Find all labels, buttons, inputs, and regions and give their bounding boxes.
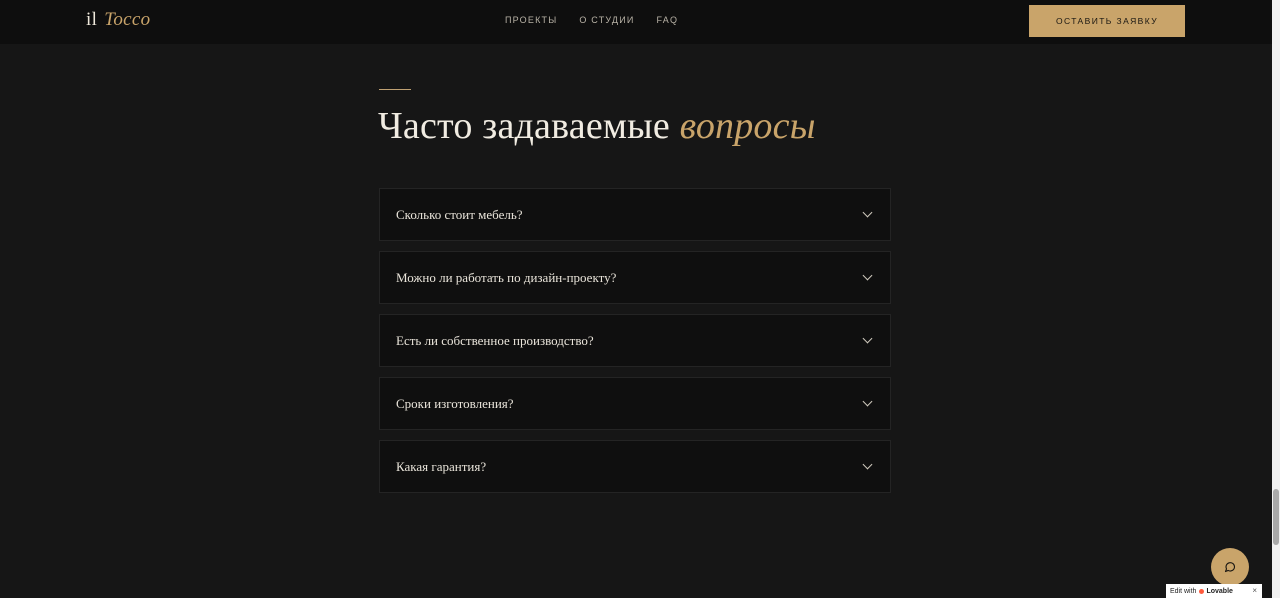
nav-studio-link[interactable]: О СТУДИИ <box>579 15 634 25</box>
faq-title: Часто задаваемые вопросы <box>378 104 816 148</box>
submit-request-button[interactable]: ОСТАВИТЬ ЗАЯВКУ <box>1029 5 1185 37</box>
chevron-down-icon <box>862 270 873 281</box>
faq-question: Сроки изготовления? <box>396 395 514 411</box>
chevron-down-icon <box>862 396 873 407</box>
close-icon[interactable]: × <box>1252 586 1257 595</box>
faq-item-design-project[interactable]: Можно ли работать по дизайн-проекту? <box>379 251 891 304</box>
edit-with-lovable-badge[interactable]: Edit with Lovable × <box>1166 584 1262 598</box>
chevron-down-icon <box>862 459 873 470</box>
badge-prefix: Edit with <box>1170 587 1197 595</box>
nav-projects-link[interactable]: ПРОЕКТЫ <box>505 15 557 25</box>
faq-item-timing[interactable]: Сроки изготовления? <box>379 377 891 430</box>
faq-item-production[interactable]: Есть ли собственное производство? <box>379 314 891 367</box>
chevron-down-icon <box>862 207 873 218</box>
badge-brand: Lovable <box>1199 587 1233 595</box>
site-header: il Tocco ПРОЕКТЫ О СТУДИИ FAQ ОСТАВИТЬ З… <box>0 0 1272 44</box>
faq-question: Есть ли собственное производство? <box>396 332 594 348</box>
lovable-logo-icon <box>1199 588 1205 594</box>
chat-button[interactable] <box>1211 548 1249 586</box>
chat-bubble-icon <box>1224 562 1236 573</box>
section-divider <box>379 89 411 90</box>
faq-item-price[interactable]: Сколько стоит мебель? <box>379 188 891 241</box>
logo[interactable]: il Tocco <box>86 9 150 31</box>
faq-title-accent: вопросы <box>679 105 816 147</box>
faq-title-main: Часто задаваемые <box>378 105 670 147</box>
faq-item-warranty[interactable]: Какая гарантия? <box>379 440 891 493</box>
logo-main: il <box>86 9 98 30</box>
faq-question: Сколько стоит мебель? <box>396 206 523 222</box>
chevron-down-icon <box>862 333 873 344</box>
faq-list: Сколько стоит мебель? Можно ли работать … <box>379 188 891 503</box>
nav-faq-link[interactable]: FAQ <box>657 15 679 25</box>
faq-question: Какая гарантия? <box>396 458 487 474</box>
badge-brand-label: Lovable <box>1206 587 1233 595</box>
logo-accent: Tocco <box>104 9 151 30</box>
scrollbar-thumb[interactable] <box>1273 489 1279 545</box>
faq-question: Можно ли работать по дизайн-проекту? <box>396 269 617 285</box>
main-nav: ПРОЕКТЫ О СТУДИИ FAQ <box>505 15 700 25</box>
